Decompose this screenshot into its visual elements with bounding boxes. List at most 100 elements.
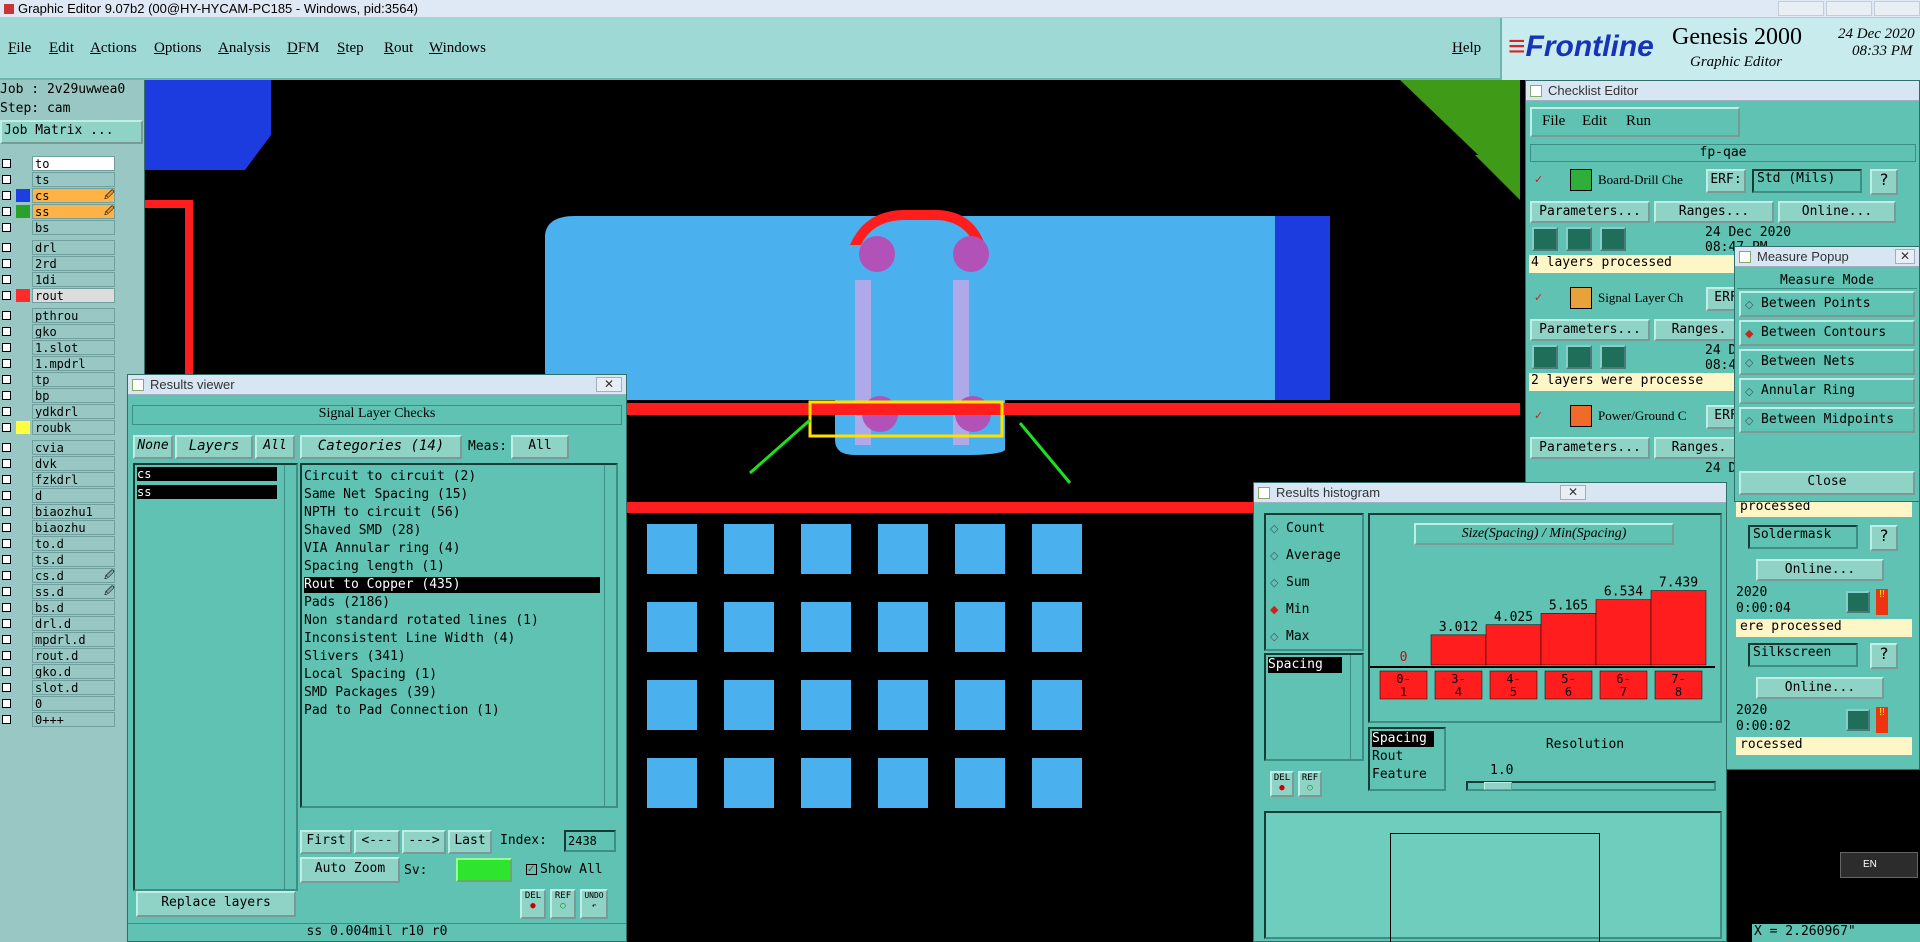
layer-row-5[interactable]: drl: [0, 240, 145, 256]
layer-row-20[interactable]: d: [0, 488, 145, 504]
checklist-menu-run[interactable]: Run: [1626, 113, 1651, 130]
stat-option[interactable]: ◇ Average: [1268, 546, 1360, 568]
layer-checkbox[interactable]: [2, 259, 11, 268]
layer-color-swatch[interactable]: [16, 649, 30, 662]
help-icon[interactable]: ?: [1870, 169, 1898, 195]
run-icon[interactable]: [1566, 345, 1592, 369]
layer-checkbox[interactable]: [2, 443, 11, 452]
measure-mode-option[interactable]: ◇ Between Points: [1739, 291, 1915, 317]
layer-row-30[interactable]: rout.d: [0, 648, 145, 664]
menu-step[interactable]: Step: [337, 40, 364, 57]
category-item[interactable]: Inconsistent Line Width (4): [304, 631, 600, 647]
sv-color-dropdown[interactable]: [456, 858, 512, 882]
layer-row-33[interactable]: 0: [0, 696, 145, 712]
layer-checkbox[interactable]: [2, 327, 11, 336]
close-icon[interactable]: ✕: [1895, 249, 1915, 264]
result-layer-ss[interactable]: ss: [137, 485, 277, 499]
run-icon[interactable]: [1566, 227, 1592, 251]
layer-color-swatch[interactable]: [16, 373, 30, 386]
show-all-checkbox[interactable]: ✓: [526, 864, 537, 875]
category-item[interactable]: Spacing length (1): [304, 559, 600, 575]
run-icon[interactable]: [1532, 345, 1558, 369]
help-icon[interactable]: ?: [1870, 643, 1898, 669]
attr-spacing[interactable]: Spacing: [1372, 731, 1434, 747]
layer-checkbox[interactable]: [2, 207, 11, 216]
layer-checkbox[interactable]: [2, 507, 11, 516]
layer-checkbox[interactable]: [2, 275, 11, 284]
layer-row-17[interactable]: cvia: [0, 440, 145, 456]
meas-dropdown[interactable]: All: [511, 435, 569, 459]
layer-color-swatch[interactable]: [16, 405, 30, 418]
language-indicator[interactable]: EN: [1840, 852, 1918, 878]
layer-color-swatch[interactable]: [16, 257, 30, 270]
categories-dropdown[interactable]: Categories (14): [300, 435, 462, 459]
layer-color-swatch[interactable]: [16, 205, 30, 218]
layer-row-11[interactable]: 1.slot: [0, 340, 145, 356]
layer-row-13[interactable]: tp: [0, 372, 145, 388]
layer-color-swatch[interactable]: [16, 569, 30, 582]
first-button[interactable]: First: [300, 830, 352, 854]
measure-mode-option[interactable]: ◆ Between Contours: [1739, 320, 1915, 346]
layer-color-swatch[interactable]: [16, 489, 30, 502]
layer-color-swatch[interactable]: [16, 505, 30, 518]
layer-checkbox[interactable]: [2, 291, 11, 300]
next-button[interactable]: --->: [402, 830, 446, 854]
run-icon[interactable]: [1600, 345, 1626, 369]
parameters-button[interactable]: Parameters...: [1530, 201, 1650, 223]
layer-color-swatch[interactable]: [16, 173, 30, 186]
layer-color-swatch[interactable]: [16, 665, 30, 678]
layer-color-swatch[interactable]: [16, 553, 30, 566]
layer-color-swatch[interactable]: [16, 713, 30, 726]
layer-color-swatch[interactable]: [16, 221, 30, 234]
category-item[interactable]: Circuit to circuit (2): [304, 469, 600, 485]
category-item[interactable]: Pad to Pad Connection (1): [304, 703, 600, 719]
result-layer-cs[interactable]: cs: [137, 467, 277, 481]
measure-mode-option[interactable]: ◇ Annular Ring: [1739, 378, 1915, 404]
category-item[interactable]: Local Spacing (1): [304, 667, 600, 683]
online-button[interactable]: Online...: [1756, 677, 1884, 699]
field-spacing[interactable]: Spacing: [1268, 657, 1342, 673]
checklist-menu-edit[interactable]: Edit: [1582, 113, 1607, 130]
layer-row-15[interactable]: ydkdrl: [0, 404, 145, 420]
resolution-slider[interactable]: [1466, 781, 1716, 791]
layer-checkbox[interactable]: [2, 651, 11, 660]
layer-checkbox[interactable]: [2, 475, 11, 484]
layer-checkbox[interactable]: [2, 683, 11, 692]
layer-checkbox[interactable]: [2, 243, 11, 252]
layer-row-34[interactable]: 0+++: [0, 712, 145, 728]
replace-layers-dropdown[interactable]: Replace layers: [136, 891, 296, 917]
layer-row-7[interactable]: 1di: [0, 272, 145, 288]
checklist-menu-file[interactable]: File: [1542, 113, 1565, 130]
layer-color-swatch[interactable]: [16, 457, 30, 470]
layer-color-swatch[interactable]: [16, 681, 30, 694]
layer-row-32[interactable]: slot.d: [0, 680, 145, 696]
ref-button[interactable]: REF ○: [1298, 771, 1322, 797]
category-item[interactable]: VIA Annular ring (4): [304, 541, 600, 557]
del-button[interactable]: DEL ●: [520, 889, 546, 919]
layer-color-swatch[interactable]: [16, 697, 30, 710]
category-item[interactable]: Pads (2186): [304, 595, 600, 611]
action-checkbox[interactable]: ✓: [1534, 409, 1543, 422]
layer-row-0[interactable]: to: [0, 156, 145, 172]
layer-row-22[interactable]: biaozhu: [0, 520, 145, 536]
close-icon[interactable]: ✕: [1560, 485, 1586, 500]
layer-row-25[interactable]: cs.d 🖉: [0, 568, 145, 584]
parameters-button[interactable]: Parameters...: [1530, 437, 1650, 459]
measure-mode-option[interactable]: ◇ Between Nets: [1739, 349, 1915, 375]
menu-dfm[interactable]: DFM: [287, 40, 320, 57]
action-checkbox[interactable]: ✓: [1534, 291, 1543, 304]
layer-row-26[interactable]: ss.d 🖉: [0, 584, 145, 600]
ranges-button[interactable]: Ranges.: [1654, 319, 1744, 341]
ranges-button[interactable]: Ranges.: [1654, 437, 1744, 459]
layer-checkbox[interactable]: [2, 359, 11, 368]
prev-button[interactable]: <---: [354, 830, 400, 854]
stat-option[interactable]: ◆ Min: [1268, 600, 1360, 622]
layer-color-swatch[interactable]: [16, 357, 30, 370]
layer-checkbox[interactable]: [2, 571, 11, 580]
layer-row-2[interactable]: cs 🖉: [0, 188, 145, 204]
layer-checkbox[interactable]: [2, 555, 11, 564]
layer-checkbox[interactable]: [2, 715, 11, 724]
zoom-icon[interactable]: [1846, 591, 1870, 613]
layer-color-swatch[interactable]: [16, 633, 30, 646]
layer-checkbox[interactable]: [2, 619, 11, 628]
